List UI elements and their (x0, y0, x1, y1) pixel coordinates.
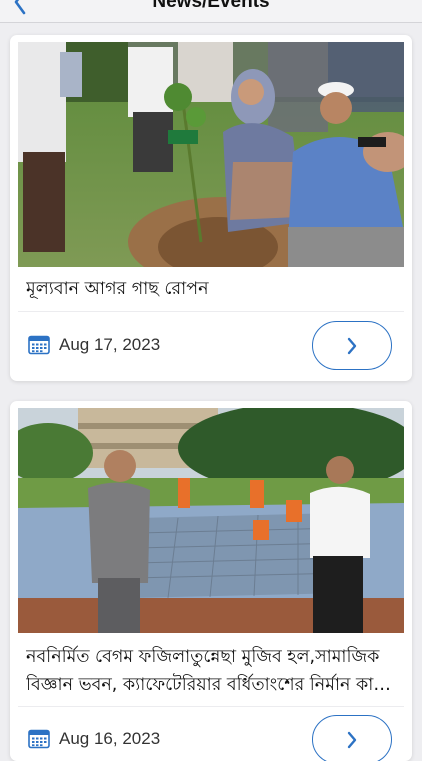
news-title: মূল্যবান আগর গাছ রোপন (26, 279, 209, 299)
divider (18, 706, 404, 707)
calendar-icon (28, 335, 50, 355)
news-photo (18, 42, 404, 267)
news-date: Aug 17, 2023 (59, 335, 161, 354)
news-title: নবনির্মিত বেগম ফজিলাতুন্নেছা মুজিব হল,সা… (26, 647, 390, 695)
navigation-bar: News/Events (0, 0, 422, 23)
calendar-icon (28, 729, 50, 749)
news-card[interactable]: মূল্যবান আগর গাছ রোপন Aug 17, 2023 (10, 35, 412, 381)
news-date: Aug 16, 2023 (59, 729, 161, 748)
chevron-right-icon (347, 337, 357, 354)
date-row: Aug 17, 2023 (28, 335, 160, 355)
open-news-button[interactable] (312, 321, 392, 370)
date-row: Aug 16, 2023 (28, 729, 160, 749)
news-photo (18, 408, 404, 633)
divider (18, 311, 404, 312)
chevron-right-icon (347, 731, 357, 748)
page-title: News/Events (152, 0, 270, 12)
news-card[interactable]: নবনির্মিত বেগম ফজিলাতুন্নেছা মুজিব হল,সা… (10, 401, 412, 761)
open-news-button[interactable] (312, 715, 392, 761)
